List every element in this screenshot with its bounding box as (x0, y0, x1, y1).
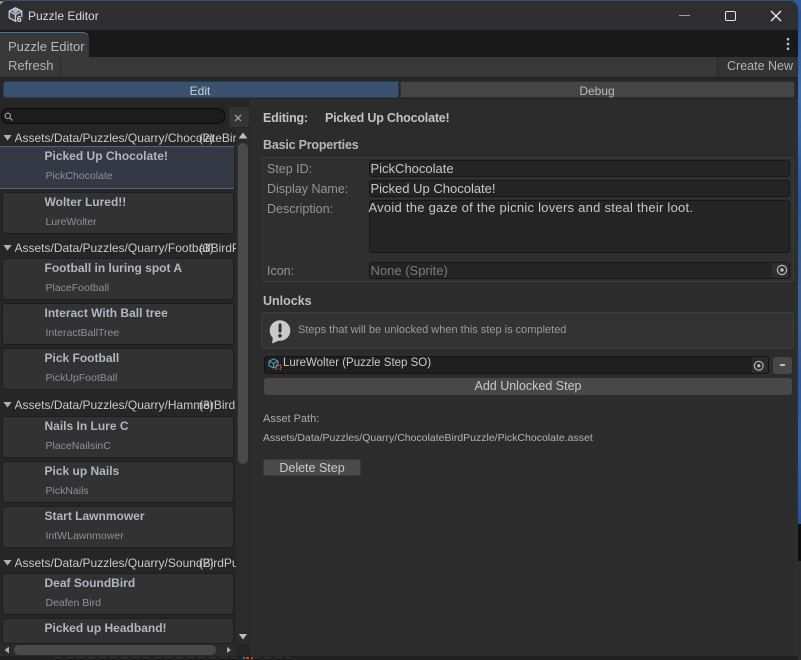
svg-text:6: 6 (17, 13, 22, 21)
